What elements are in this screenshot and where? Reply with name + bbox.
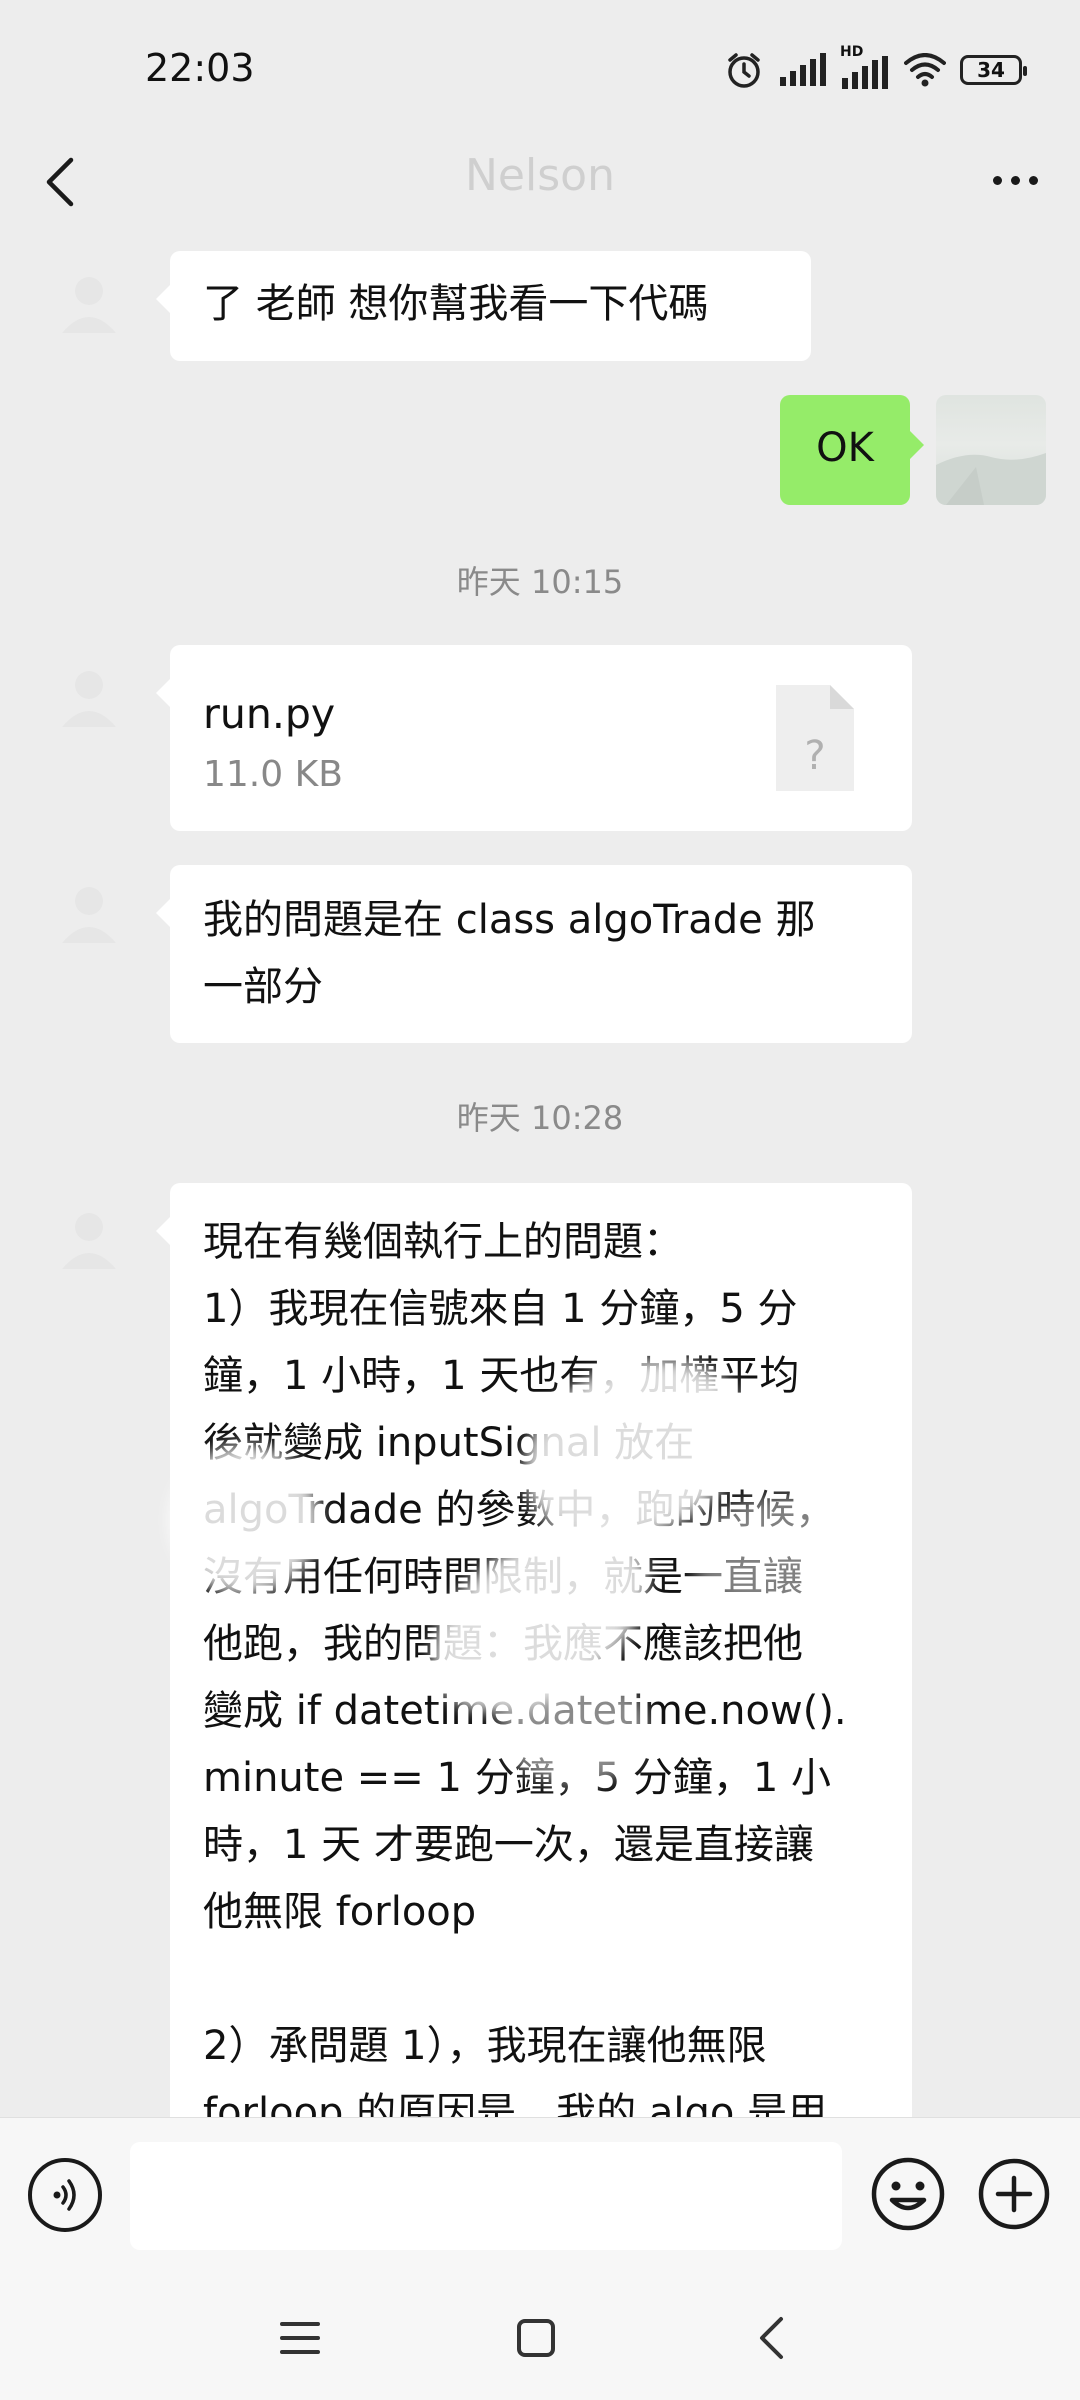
message-line: 後就變成 inputSignal 放在 [203,1420,695,1466]
message-line: 我的問題是在 class algoTrade 那 [203,897,816,943]
contact-avatar[interactable] [48,661,130,743]
message-line: 沒有用任何時間限制，就是一直讓 [203,1554,803,1600]
more-dot [992,175,1002,185]
message-line: forloop 的原因是，我的 algo 是用 [203,2090,828,2117]
file-icon-glyph: ? [804,733,826,779]
emoji-icon [871,2157,945,2231]
file-name: run.py [203,690,336,738]
message-line: 變成 if datetime.datetime.now(). [203,1688,847,1734]
message-bubble[interactable]: 現在有幾個執行上的問題： 1）我現在信號來自 1 分鐘，5 分 鐘，1 小時，1… [156,1183,912,2117]
plus-button[interactable] [976,2156,1052,2232]
back-icon [760,2317,783,2359]
status-icons: HD 34 [724,44,1027,92]
voice-icon [53,2179,76,2211]
more-dot [1010,175,1020,185]
menu-icon [280,2322,320,2354]
chat-message-list[interactable]: 了 老師 想你幫我看一下代碼 OK 昨天 10:15 run.py 11.0 K… [0,235,1080,2117]
more-button[interactable] [980,150,1050,210]
hd-signal-icon: HD [840,44,890,90]
chat-title: Nelson [465,150,615,201]
recent-apps-button[interactable] [260,2305,340,2371]
person-icon [62,887,116,943]
signal-icon [780,53,826,86]
person-icon [62,1213,116,1269]
message-line: 他跑，我的問題：我應不應該把他 [203,1621,803,1667]
message-line: 1）我現在信號來自 1 分鐘，5 分 [203,1286,798,1332]
contact-avatar[interactable] [48,877,130,959]
battery-level: 34 [977,58,1005,82]
timestamp: 昨天 10:28 [456,1099,624,1137]
status-bar: 22:03 HD 34 [0,0,1080,130]
person-icon [62,671,116,727]
message-line: minute == 1 分鐘，5 分鐘，1 小 [203,1755,832,1801]
landscape-image [936,453,1046,505]
message-line: 2）承問題 1），我現在讓他無限 [203,2023,767,2069]
message-line: algoTrdade 的參數中，跑的時候， [203,1487,836,1533]
wifi-icon [904,53,946,87]
home-icon [517,2319,555,2357]
alarm-icon [728,53,760,88]
message-input[interactable] [130,2142,842,2250]
status-time: 22:03 [145,46,255,90]
more-dot [1028,175,1038,185]
file-message-bubble[interactable]: run.py 11.0 KB ? [156,645,912,831]
my-avatar[interactable] [936,395,1046,505]
message-line [203,1946,879,2013]
message-line: 一部分 [203,964,323,1010]
chat-header: Nelson [0,130,1080,235]
message-line: 現在有幾個執行上的問題： [203,1219,683,1265]
file-size: 11.0 KB [203,754,343,795]
contact-avatar[interactable] [48,1203,130,1285]
person-icon [62,277,116,333]
message-line: 時，1 天 才要跑一次，還是直接讓 [203,1822,814,1868]
message-text: 了 老師 想你幫我看一下代碼 [203,281,709,327]
system-nav-bar [0,2275,1080,2400]
message-text: OK [816,425,874,471]
chat-input-bar [0,2117,1080,2276]
voice-button[interactable] [28,2158,102,2232]
contact-avatar[interactable] [48,267,130,349]
home-button[interactable] [496,2305,576,2371]
message-line: 鐘，1 小時，1 天也有，加權平均 [203,1353,800,1399]
plus-icon [978,2158,1050,2230]
battery-icon: 34 [960,55,1027,85]
nav-back-button[interactable] [731,2305,811,2371]
message-bubble[interactable]: 我的問題是在 class algoTrade 那 一部分 [156,865,912,1043]
unknown-file-icon: ? [776,685,854,791]
message-line: 他無限 forloop [203,1889,477,1935]
emoji-button[interactable] [868,2154,948,2234]
message-bubble[interactable]: 了 老師 想你幫我看一下代碼 [156,251,811,361]
timestamp: 昨天 10:15 [456,563,624,601]
my-message-bubble[interactable]: OK [780,395,924,505]
